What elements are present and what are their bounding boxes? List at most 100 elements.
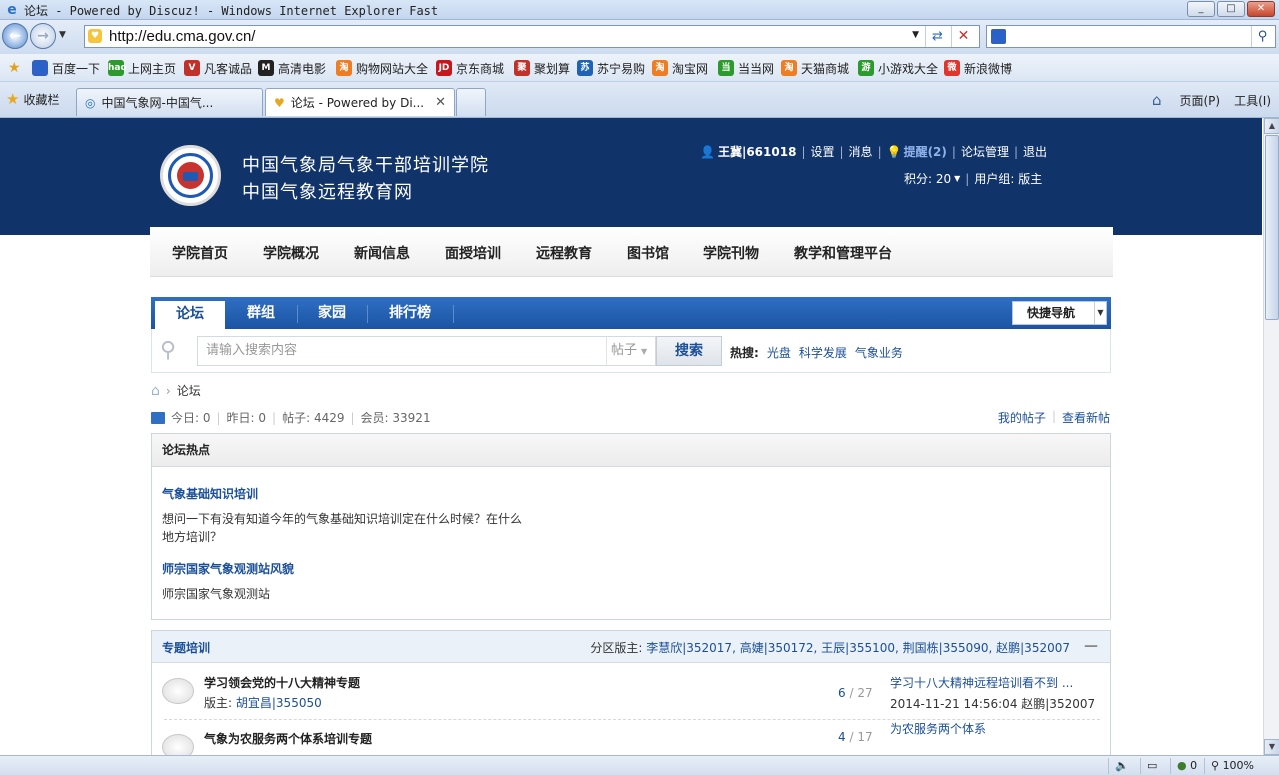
zoom-control[interactable]: ⚲ 100% <box>1204 758 1274 774</box>
forward-button[interactable]: → <box>30 23 56 49</box>
refresh-icon[interactable]: ⇄ <box>925 26 949 47</box>
breadcrumb-current[interactable]: 论坛 <box>177 382 201 399</box>
chevron-down-icon[interactable]: ▼ <box>1094 302 1106 324</box>
tools-menu[interactable]: 工具(I) <box>1234 92 1271 109</box>
jd-icon: JD <box>436 60 452 76</box>
stat-yesterday: 昨日: 0 <box>226 411 267 425</box>
last-post-link[interactable]: 学习十八大精神远程培训看不到 ... <box>890 676 1073 690</box>
nav-training[interactable]: 面授培训 <box>445 243 501 263</box>
forum-name[interactable]: 学习领会党的十八大精神专题 <box>204 674 360 691</box>
favorite-link[interactable]: M 高清电影 <box>258 59 326 77</box>
hot-box-title: 论坛热点 <box>152 434 1110 467</box>
credits-menu[interactable]: 积分: 20 <box>904 170 951 187</box>
favorites-button[interactable]: ★ 收藏栏 <box>6 90 59 108</box>
home-icon[interactable]: ⌂ <box>1152 91 1162 109</box>
address-dropdown-icon[interactable]: ▼ <box>912 30 919 40</box>
nav-platform[interactable]: 教学和管理平台 <box>794 243 892 263</box>
new-posts-link[interactable]: 查看新帖 <box>1062 409 1110 426</box>
browser-search-box[interactable]: 🐾 ⚲ <box>986 25 1276 48</box>
favorite-link[interactable]: 游小游戏大全 <box>858 59 938 77</box>
tab-groups[interactable]: 群组 <box>225 297 297 329</box>
home-icon[interactable]: ⌂ <box>151 383 160 399</box>
browser-tab[interactable]: ◎ 中国气象网-中国气... <box>76 88 263 116</box>
stat-members: 会员: 33921 <box>360 411 431 425</box>
hot-term[interactable]: 光盘 <box>767 344 791 361</box>
hot-item-desc: 想问一下有没有知道今年的气象基础知识培训定在什么时候？在什么地方培训？ <box>162 512 523 544</box>
thread-count: 4 <box>838 730 846 744</box>
username-link[interactable]: 王冀|661018 <box>718 143 796 160</box>
back-button[interactable]: ← <box>2 23 28 49</box>
zone-indicator[interactable]: ● 0 <box>1170 758 1202 774</box>
hot-term[interactable]: 气象业务 <box>855 344 903 361</box>
browser-tab-active[interactable]: ♥ 论坛 - Powered by Di... ✕ <box>265 88 455 116</box>
hot-term[interactable]: 科学发展 <box>799 344 847 361</box>
forum-counts: 6 / 27 <box>838 686 873 700</box>
favorite-link[interactable]: hao 上网主页 <box>108 59 176 77</box>
cma-logo[interactable] <box>160 145 221 206</box>
forum-moderator: 版主: 胡宜昌|355050 <box>204 694 322 711</box>
page-scrollbar[interactable]: ▲ ▼ <box>1263 118 1279 755</box>
scroll-up-icon[interactable]: ▲ <box>1264 118 1279 134</box>
favorite-link[interactable]: JD 京东商城 <box>436 59 504 77</box>
favorite-link[interactable]: 🐾 百度一下 <box>32 59 100 77</box>
favorite-link[interactable]: 淘购物网站大全 <box>336 59 428 77</box>
close-tab-icon[interactable]: ✕ <box>435 95 446 110</box>
page-menu[interactable]: 页面(P) <box>1179 92 1220 109</box>
movie-icon: M <box>258 60 274 76</box>
favorite-link[interactable]: 淘淘宝网 <box>652 59 708 77</box>
forum-admin-link[interactable]: 论坛管理 <box>961 143 1009 160</box>
chevron-down-icon[interactable]: ▼ <box>954 174 960 183</box>
minimize-button[interactable]: _ <box>1187 1 1215 17</box>
scroll-thumb[interactable] <box>1265 135 1279 320</box>
messages-link[interactable]: 消息 <box>849 143 873 160</box>
nav-journal[interactable]: 学院刊物 <box>703 243 759 263</box>
favorite-link[interactable]: 微新浪微博 <box>944 59 1012 77</box>
favorite-link[interactable]: 苏苏宁易购 <box>577 59 645 77</box>
chevron-right-icon: › <box>165 383 171 398</box>
my-posts-link[interactable]: 我的帖子 <box>998 409 1046 426</box>
nav-remote-edu[interactable]: 远程教育 <box>536 243 592 263</box>
speaker-icon[interactable]: 🔈 <box>1108 758 1138 774</box>
last-post-link[interactable]: 为农服务两个体系 <box>890 722 986 736</box>
address-url[interactable]: http://edu.cma.gov.cn/ <box>109 28 255 45</box>
search-button[interactable]: 搜索 <box>656 336 722 366</box>
quick-nav-button[interactable]: 快捷导航 ▼ <box>1012 301 1107 325</box>
hot-item-title[interactable]: 师宗国家气象观测站风貌 <box>162 560 542 577</box>
address-bar[interactable]: ♥ http://edu.cma.gov.cn/ ▼ ⇄ ✕ <box>84 25 980 48</box>
scroll-down-icon[interactable]: ▼ <box>1264 739 1279 755</box>
moderator-link[interactable]: 胡宜昌|355050 <box>236 696 322 710</box>
nav-home[interactable]: 学院首页 <box>172 243 228 263</box>
settings-link[interactable]: 设置 <box>810 143 834 160</box>
favorites-label: 收藏栏 <box>23 92 60 107</box>
moderators-list[interactable]: 李慧欣|352017, 高婕|350172, 王辰|355100, 荆国栋|35… <box>646 641 1070 655</box>
site-favicon: ♥ <box>88 29 102 43</box>
close-window-button[interactable]: ✕ <box>1247 1 1275 17</box>
favorite-label: 聚划算 <box>534 61 571 76</box>
search-type-select[interactable]: 帖子 ▼ <box>606 336 656 366</box>
hot-item-title[interactable]: 气象基础知识培训 <box>162 485 542 502</box>
nav-about[interactable]: 学院概况 <box>263 243 319 263</box>
new-tab-button[interactable] <box>456 88 486 116</box>
history-dropdown-icon[interactable]: ▼ <box>59 30 66 40</box>
tab-home[interactable]: 家园 <box>297 297 367 329</box>
favorite-link[interactable]: 聚聚划算 <box>514 59 570 77</box>
nav-news[interactable]: 新闻信息 <box>354 243 410 263</box>
page-icon[interactable]: ▭ <box>1140 758 1170 774</box>
tab-forum[interactable]: 论坛 <box>155 301 225 329</box>
category-name[interactable]: 专题培训 <box>162 639 210 656</box>
collapse-icon[interactable]: — <box>1084 638 1098 654</box>
maximize-button[interactable]: □ <box>1217 1 1245 17</box>
favorite-link[interactable]: 当当当网 <box>718 59 774 77</box>
favorite-link[interactable]: V 凡客诚品 <box>184 59 252 77</box>
remind-link[interactable]: 提醒(2) <box>904 143 947 160</box>
add-favorite-icon[interactable]: ★ <box>8 60 21 76</box>
favorite-link[interactable]: 淘天猫商城 <box>781 59 849 77</box>
forum-name[interactable]: 气象为农服务两个体系培训专题 <box>204 730 372 747</box>
search-icon[interactable]: ⚲ <box>1251 26 1273 47</box>
usergroup-link[interactable]: 用户组: 版主 <box>974 170 1042 187</box>
forum-search-input[interactable]: 请输入搜索内容 <box>197 336 607 366</box>
stop-icon[interactable]: ✕ <box>951 26 975 47</box>
tab-ranking[interactable]: 排行榜 <box>367 297 453 329</box>
logout-link[interactable]: 退出 <box>1023 143 1047 160</box>
nav-library[interactable]: 图书馆 <box>627 243 669 263</box>
